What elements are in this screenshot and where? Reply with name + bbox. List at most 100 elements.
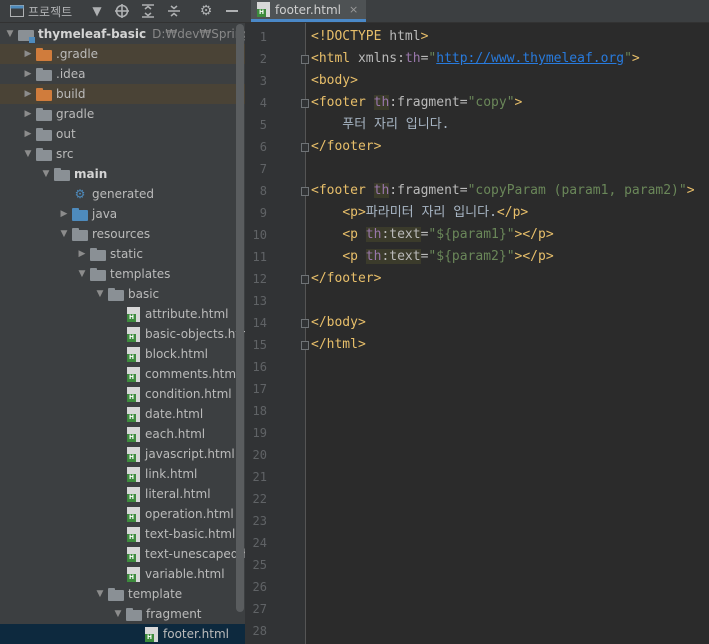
dropdown-icon[interactable]: ▼ <box>90 3 104 19</box>
tree-item-main[interactable]: ▼ main <box>0 164 245 184</box>
code-token: "${param2}" <box>428 249 515 264</box>
code-line[interactable]: <footer th:fragment="copyParam (param1, … <box>311 180 695 202</box>
expand-arrow-icon[interactable]: ▼ <box>94 284 106 304</box>
collapse-arrow-icon[interactable]: ▶ <box>76 244 88 264</box>
tree-item-footer-html[interactable]: footer.html <box>0 624 245 644</box>
locate-icon[interactable] <box>114 3 130 19</box>
tree-item-label: generated <box>92 187 154 201</box>
fold-marker-icon[interactable] <box>301 187 309 196</box>
tree-item-comments-html[interactable]: comments.html <box>0 364 245 384</box>
tree-item-javascript-html[interactable]: javascript.html <box>0 444 245 464</box>
tree-item-out[interactable]: ▶ out <box>0 124 245 144</box>
tree-item-basic-objects-html[interactable]: basic-objects.html <box>0 324 245 344</box>
fold-marker-icon[interactable] <box>301 341 309 350</box>
fold-marker-icon[interactable] <box>301 319 309 328</box>
tree-item-label: each.html <box>145 427 206 441</box>
code-token: 파라미터 자리 입니다. <box>365 205 497 220</box>
expand-arrow-icon[interactable]: ▼ <box>112 604 124 624</box>
tree-item-attribute-html[interactable]: attribute.html <box>0 304 245 324</box>
collapse-arrow-icon[interactable]: ▶ <box>22 64 34 84</box>
line-number: 3 <box>259 74 267 88</box>
code-line[interactable]: <html xmlns:th="http://www.thymeleaf.org… <box>311 48 640 70</box>
tree-item-generated[interactable]: ⚙ generated <box>0 184 245 204</box>
tree-item-variable-html[interactable]: variable.html <box>0 564 245 584</box>
tree-item-resources[interactable]: ▼ resources <box>0 224 245 244</box>
code-line[interactable]: <body> <box>311 70 358 92</box>
line-number: 13 <box>252 294 267 308</box>
line-number: 17 <box>252 382 267 396</box>
tree-item--gradle[interactable]: ▶ .gradle <box>0 44 245 64</box>
collapse-arrow-icon[interactable]: ▶ <box>22 124 34 144</box>
fold-marker-icon[interactable] <box>301 143 309 152</box>
collapse-arrow-icon[interactable]: ▶ <box>22 44 34 64</box>
tree-item-link-html[interactable]: link.html <box>0 464 245 484</box>
line-number: 23 <box>252 514 267 528</box>
tree-item-gradle[interactable]: ▶ gradle <box>0 104 245 124</box>
collapse-all-icon[interactable] <box>166 3 182 19</box>
fold-marker-icon[interactable] <box>301 275 309 284</box>
tree-item-label: javascript.html <box>145 447 235 461</box>
code-line[interactable]: <p>파라미터 자리 입니다.</p> <box>311 202 528 224</box>
collapse-arrow-icon[interactable]: ▶ <box>22 84 34 104</box>
code-token: <footer <box>311 95 374 110</box>
tree-item-condition-html[interactable]: condition.html <box>0 384 245 404</box>
minimize-icon[interactable] <box>224 3 240 19</box>
project-scrollbar[interactable] <box>236 24 244 612</box>
expand-arrow-icon[interactable]: ▼ <box>76 264 88 284</box>
tree-item-label: .gradle <box>56 47 99 61</box>
tree-item-operation-html[interactable]: operation.html <box>0 504 245 524</box>
tree-item-template[interactable]: ▼ template <box>0 584 245 604</box>
expand-all-icon[interactable] <box>140 3 156 19</box>
project-view-title[interactable]: 프로젝트 <box>28 3 72 19</box>
excluded-folder-icon <box>36 47 52 61</box>
tree-item-java[interactable]: ▶ java <box>0 204 245 224</box>
tree-item-text-basic-html[interactable]: text-basic.html <box>0 524 245 544</box>
tree-item-text-unescaped-htm[interactable]: text-unescaped.htm <box>0 544 245 564</box>
expand-arrow-icon[interactable]: ▼ <box>22 144 34 164</box>
resources-folder-icon <box>72 227 88 241</box>
editor-tab-footer[interactable]: footer.html × <box>251 0 367 22</box>
code-line[interactable]: </html> <box>311 334 366 356</box>
tree-item-src[interactable]: ▼ src <box>0 144 245 164</box>
gear-icon[interactable]: ⚙ <box>198 3 214 19</box>
code-line[interactable]: <footer th:fragment="copy"> <box>311 92 522 114</box>
project-view-icon[interactable] <box>10 3 24 19</box>
fold-marker-icon[interactable] <box>301 99 309 108</box>
code-token: th <box>404 51 421 66</box>
code-line[interactable]: </footer> <box>311 136 381 158</box>
folder-icon <box>54 167 70 181</box>
tree-item--idea[interactable]: ▶ .idea <box>0 64 245 84</box>
code-line[interactable]: <p th:text="${param1}"></p> <box>311 224 554 246</box>
fold-marker-icon[interactable] <box>301 55 309 64</box>
code-line[interactable]: <p th:text="${param2}"></p> <box>311 246 554 268</box>
expand-arrow-icon[interactable]: ▼ <box>94 584 106 604</box>
project-toolbar: 프로젝트 ▼ ⚙ <box>0 0 245 23</box>
expand-arrow-icon[interactable]: ▼ <box>4 24 16 44</box>
code-line[interactable]: <!DOCTYPE html> <box>311 26 428 48</box>
line-number: 6 <box>259 140 267 154</box>
code-token: > <box>686 183 695 198</box>
code-token: th <box>373 183 390 198</box>
code-line[interactable]: </body> <box>311 312 366 334</box>
collapse-arrow-icon[interactable]: ▶ <box>22 104 34 124</box>
tree-item-thymeleaf-basic[interactable]: ▼ thymeleaf-basic D:₩dev₩Spring₩4₩ <box>0 24 245 44</box>
tree-item-fragment[interactable]: ▼ fragment <box>0 604 245 624</box>
tree-item-literal-html[interactable]: literal.html <box>0 484 245 504</box>
expand-arrow-icon[interactable]: ▼ <box>40 164 52 184</box>
collapse-arrow-icon[interactable]: ▶ <box>58 204 70 224</box>
expand-arrow-icon[interactable]: ▼ <box>58 224 70 244</box>
tree-item-templates[interactable]: ▼ templates <box>0 264 245 284</box>
tree-item-each-html[interactable]: each.html <box>0 424 245 444</box>
editor-tab-label: footer.html <box>275 2 341 17</box>
tree-item-static[interactable]: ▶ static <box>0 244 245 264</box>
tree-item-build[interactable]: ▶ build <box>0 84 245 104</box>
tree-item-basic[interactable]: ▼ basic <box>0 284 245 304</box>
close-tab-icon[interactable]: × <box>349 3 358 16</box>
code-line[interactable]: </footer> <box>311 268 381 290</box>
code-line[interactable]: 푸터 자리 입니다. <box>311 114 449 136</box>
tree-item-block-html[interactable]: block.html <box>0 344 245 364</box>
tree-item-date-html[interactable]: date.html <box>0 404 245 424</box>
